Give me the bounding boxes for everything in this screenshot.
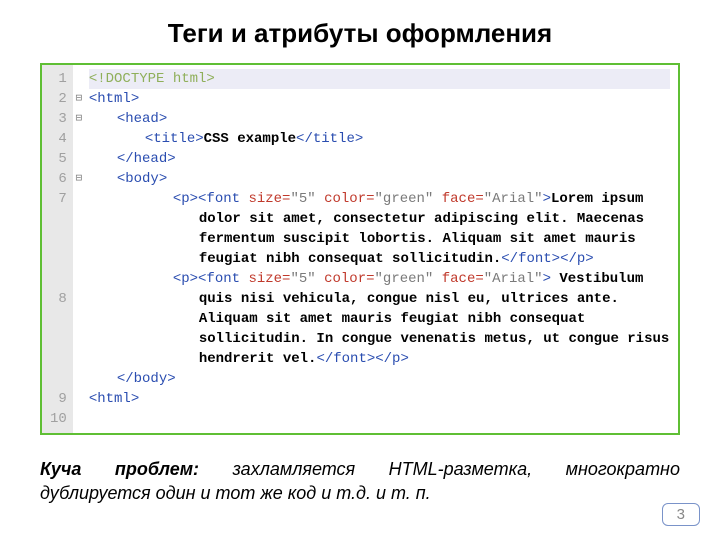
line-number: 8 <box>50 289 67 389</box>
html-attr: face= <box>442 271 484 287</box>
page-number-badge: 3 <box>662 503 700 526</box>
fold-gutter: ⊟ ⊟ ⊟ <box>73 65 85 433</box>
html-tag: </font> <box>316 351 375 367</box>
line-number: 3 <box>50 109 67 129</box>
html-tag: <title> <box>145 131 204 147</box>
html-tag: </font> <box>501 251 560 267</box>
code-line: <!DOCTYPE html> <box>89 69 670 89</box>
html-attr: face= <box>442 191 484 207</box>
code-line: <head> <box>89 109 670 129</box>
fold-marker[interactable] <box>75 409 83 429</box>
html-tag: <p> <box>173 191 198 207</box>
code-line: <p><font size="5" color="green" face="Ar… <box>89 269 670 369</box>
code-line: <p><font size="5" color="green" face="Ar… <box>89 189 670 269</box>
html-tag: <p> <box>173 271 198 287</box>
line-number: 6 <box>50 169 67 189</box>
html-attr: size= <box>248 271 290 287</box>
html-tag: <body> <box>117 171 167 187</box>
fold-marker[interactable]: ⊟ <box>75 89 83 109</box>
fold-marker[interactable] <box>75 149 83 169</box>
fold-marker[interactable] <box>75 129 83 149</box>
html-tag: <font <box>198 271 240 287</box>
code-text: CSS example <box>204 131 296 147</box>
code-panel: 1 2 3 4 5 6 7 8 9 10 ⊟ ⊟ ⊟ <!DOCTYPE htm… <box>40 63 680 435</box>
code-line: <html> <box>89 389 670 409</box>
fold-marker[interactable]: ⊟ <box>75 109 83 129</box>
line-number: 9 <box>50 389 67 409</box>
fold-marker[interactable] <box>75 389 83 409</box>
line-number: 2 <box>50 89 67 109</box>
html-tag: </p> <box>375 351 409 367</box>
slide-caption: Куча проблем: захламляется HTML-разметка… <box>40 457 680 506</box>
line-number-gutter: 1 2 3 4 5 6 7 8 9 10 <box>42 65 73 433</box>
fold-marker[interactable] <box>75 69 83 89</box>
html-val: "Arial" <box>484 271 543 287</box>
fold-marker[interactable] <box>75 189 83 289</box>
html-tag: </head> <box>117 151 176 167</box>
html-val: "green" <box>375 191 434 207</box>
html-tag: <html> <box>89 391 139 407</box>
code-line: <body> <box>89 169 670 189</box>
html-val: "5" <box>290 191 315 207</box>
code-line: </head> <box>89 149 670 169</box>
html-attr: color= <box>324 191 374 207</box>
caption-bold: Куча проблем: <box>40 459 199 479</box>
html-attr: size= <box>248 191 290 207</box>
html-tag: </title> <box>296 131 363 147</box>
line-number: 4 <box>50 129 67 149</box>
html-tag: </p> <box>560 251 594 267</box>
html-val: "5" <box>290 271 315 287</box>
line-number: 10 <box>50 409 67 429</box>
html-attr: color= <box>324 271 374 287</box>
code-body: <!DOCTYPE html> <html> <head> <title>CSS… <box>85 65 678 433</box>
slide-title: Теги и атрибуты оформления <box>40 18 680 49</box>
line-number: 5 <box>50 149 67 169</box>
html-val: "Arial" <box>484 191 543 207</box>
fold-marker[interactable]: ⊟ <box>75 169 83 189</box>
code-line: <html> <box>89 89 670 109</box>
html-tag: </body> <box>117 371 176 387</box>
html-tag: > <box>543 191 551 207</box>
code-line: </body> <box>89 369 670 389</box>
html-tag: <html> <box>89 91 139 107</box>
html-tag: <head> <box>117 111 167 127</box>
line-number: 1 <box>50 69 67 89</box>
html-tag: > <box>543 271 551 287</box>
html-val: "green" <box>375 271 434 287</box>
fold-marker[interactable] <box>75 289 83 389</box>
line-number: 7 <box>50 189 67 289</box>
doctype: <!DOCTYPE html> <box>89 71 215 87</box>
code-line: <title>CSS example</title> <box>89 129 670 149</box>
html-tag: <font <box>198 191 240 207</box>
